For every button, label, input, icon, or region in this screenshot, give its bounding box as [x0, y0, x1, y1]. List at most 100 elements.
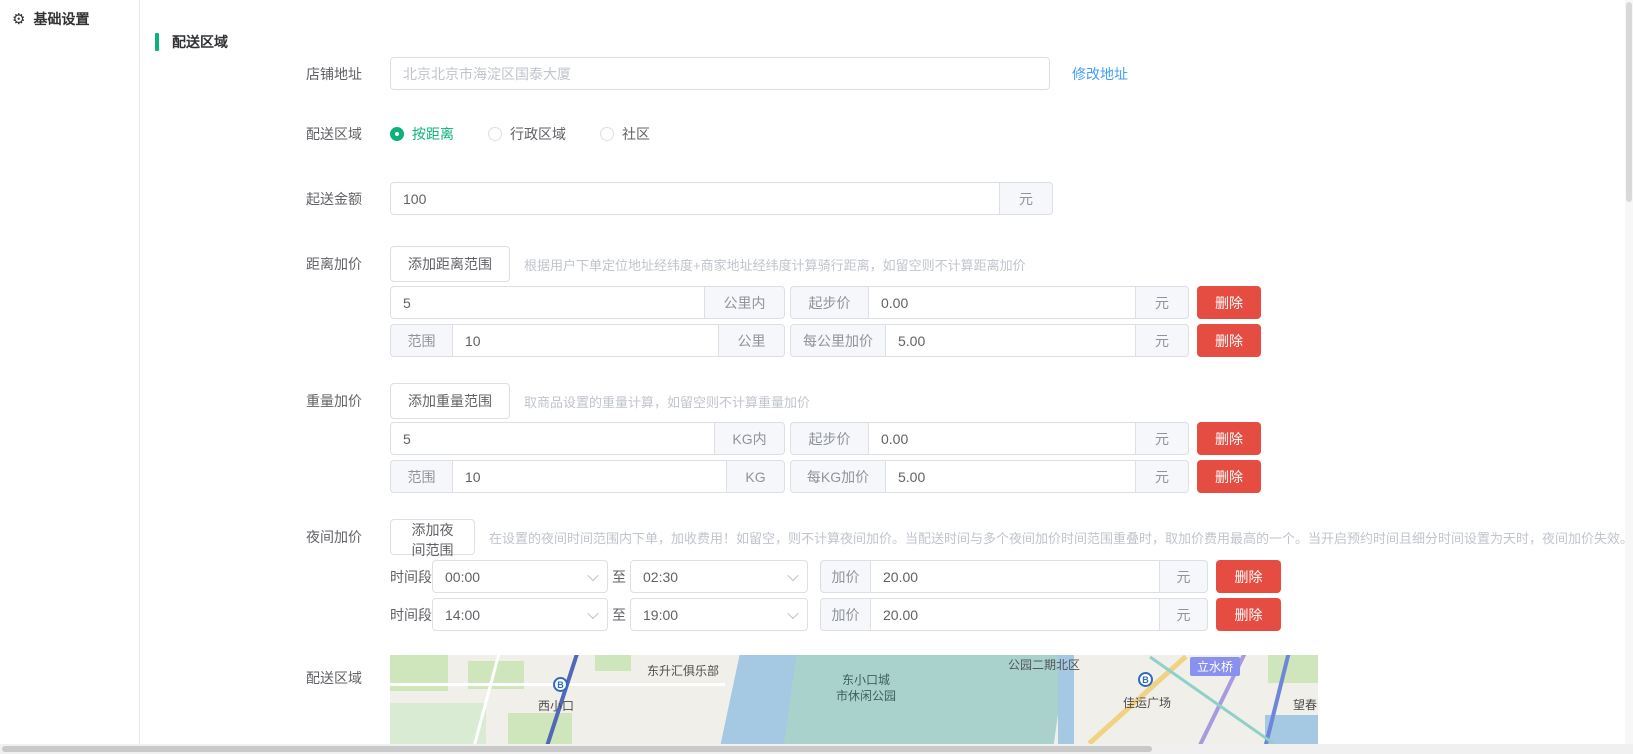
chevron-down-icon [587, 607, 598, 618]
store-address-label: 店铺地址 [240, 64, 390, 84]
per-kg-input[interactable] [885, 460, 1136, 493]
distance-add-row: 距离加价 添加距离范围 根据用户下单定位地址经纬度+商家地址经纬度计算骑行距离，… [240, 246, 1026, 282]
time-range-label: 时间段 [390, 605, 432, 625]
add-night-range-button[interactable]: 添加夜间范围 [390, 519, 475, 555]
per-km-label: 每公里加价 [790, 324, 885, 357]
weight-range-unit: KG [727, 460, 785, 493]
min-amount-input[interactable] [390, 182, 1000, 215]
distance-limit-unit: 公里内 [705, 286, 785, 319]
night-start-select[interactable]: 14:00 [432, 598, 608, 631]
per-km-unit: 元 [1136, 324, 1189, 357]
per-kg-unit: 元 [1136, 460, 1189, 493]
map-label-lishuiqiao: 立水桥 [1190, 657, 1240, 676]
map-section-label: 配送区域 [240, 655, 390, 688]
map-park-patch [508, 713, 572, 744]
sidebar-item-basic-settings[interactable]: ⚙ 基础设置 [0, 0, 139, 38]
radio-icon [600, 127, 614, 141]
distance-hint: 根据用户下单定位地址经纬度+商家地址经纬度计算骑行距离，如留空则不计算距离加价 [524, 255, 1026, 274]
surcharge-unit: 元 [1160, 598, 1208, 631]
horizontal-scrollbar-thumb[interactable] [2, 746, 1152, 752]
per-km-input[interactable] [885, 324, 1136, 357]
range-label: 范围 [390, 324, 452, 357]
to-label: 至 [608, 567, 630, 587]
base-price-input[interactable] [868, 422, 1136, 455]
vertical-scrollbar[interactable] [1625, 0, 1633, 744]
radio-icon [390, 127, 404, 141]
map-park-patch [595, 655, 631, 671]
delete-button[interactable]: 删除 [1216, 560, 1281, 593]
surcharge-unit: 元 [1160, 560, 1208, 593]
range-label: 范围 [390, 460, 452, 493]
chevron-down-icon [587, 569, 598, 580]
to-label: 至 [608, 605, 630, 625]
min-amount-unit: 元 [1000, 182, 1053, 215]
night-add-row: 夜间加价 添加夜间范围 在设置的夜间时间范围内下单，加收费用！如留空，则不计算夜… [240, 519, 1633, 555]
delete-button[interactable]: 删除 [1197, 422, 1261, 455]
gear-icon: ⚙ [12, 10, 25, 28]
delete-button[interactable]: 删除 [1197, 460, 1261, 493]
map-label-club: 东升汇俱乐部 [647, 662, 719, 679]
weight-label: 重量加价 [240, 391, 390, 411]
section-header: 配送区域 [155, 32, 228, 52]
radio-by-distance[interactable]: 按距离 [390, 124, 454, 144]
chevron-down-icon [787, 569, 798, 580]
night-hint: 在设置的夜间时间范围内下单，加收费用！如留空，则不计算夜间加价。当配送时间与多个… [489, 528, 1633, 547]
store-address-row: 店铺地址 修改地址 [240, 57, 1128, 90]
night-end-select[interactable]: 02:30 [630, 560, 808, 593]
radio-icon [488, 127, 502, 141]
subway-station-icon: B [553, 677, 568, 692]
map-park-patch [1268, 655, 1318, 683]
base-price-input[interactable] [868, 286, 1136, 319]
weight-hint: 取商品设置的重量计算，如留空则不计算重量加价 [524, 392, 810, 411]
night-range-row: 时间段 14:00 至 19:00 加价 元 删除 [240, 598, 1281, 631]
add-weight-range-button[interactable]: 添加重量范围 [390, 383, 510, 419]
distance-range-input[interactable] [452, 324, 719, 357]
night-start-select[interactable]: 00:00 [432, 560, 608, 593]
distance-range-row: 范围 公里 每公里加价 元 删除 [240, 324, 1261, 357]
min-amount-row: 起送金额 元 [240, 182, 1053, 215]
subway-station-icon: B [1138, 672, 1153, 687]
min-amount-label: 起送金额 [240, 189, 390, 209]
distance-label: 距离加价 [240, 254, 390, 274]
weight-range-row: 范围 KG 每KG加价 元 删除 [240, 460, 1261, 493]
add-distance-range-button[interactable]: 添加距离范围 [390, 246, 510, 282]
map-label-park-north: 公园二期北区 [1008, 656, 1080, 673]
base-price-unit: 元 [1136, 422, 1189, 455]
radio-admin-region[interactable]: 行政区域 [488, 124, 566, 144]
edit-address-link[interactable]: 修改地址 [1072, 64, 1128, 84]
per-kg-label: 每KG加价 [790, 460, 885, 493]
weight-add-row: 重量加价 添加重量范围 取商品设置的重量计算，如留空则不计算重量加价 [240, 383, 810, 419]
night-range-row: 时间段 00:00 至 02:30 加价 元 删除 [240, 560, 1281, 593]
map-park-patch [390, 703, 486, 744]
weight-range-row: KG内 起步价 元 删除 [240, 422, 1261, 455]
weight-limit-unit: KG内 [715, 422, 785, 455]
delete-button[interactable]: 删除 [1197, 324, 1261, 357]
horizontal-scrollbar[interactable] [0, 744, 1633, 754]
sidebar-item-label: 基础设置 [33, 9, 89, 29]
map-label-park-line1: 东小口城 [842, 671, 890, 688]
surcharge-input[interactable] [870, 560, 1160, 593]
vertical-scrollbar-thumb[interactable] [1626, 2, 1632, 202]
page: ⚙ 基础设置 配送区域 店铺地址 修改地址 配送区域 按距离 行政区域 社区 起… [0, 0, 1633, 754]
base-price-label: 起步价 [790, 286, 868, 319]
store-address-input[interactable] [390, 57, 1050, 90]
surcharge-label: 加价 [820, 598, 870, 631]
night-end-select[interactable]: 19:00 [630, 598, 808, 631]
weight-limit-input[interactable] [390, 422, 715, 455]
delete-button[interactable]: 删除 [1197, 286, 1261, 319]
surcharge-input[interactable] [870, 598, 1160, 631]
surcharge-label: 加价 [820, 560, 870, 593]
radio-community[interactable]: 社区 [600, 124, 650, 144]
time-range-label: 时间段 [390, 567, 432, 587]
weight-range-input[interactable] [452, 460, 727, 493]
map-label-xixiaokou: 西小口 [538, 697, 574, 714]
distance-range-unit: 公里 [719, 324, 785, 357]
base-price-label: 起步价 [790, 422, 868, 455]
delivery-area-map[interactable]: B 西小口 东升汇俱乐部 东小口城 市休闲公园 公园二期北区 立水桥 B 佳运广… [390, 655, 1318, 744]
map-row: 配送区域 B 西小口 东升汇俱乐部 东小口城 市休 [240, 655, 1318, 744]
map-label-wangchun: 望春园 [1293, 696, 1318, 713]
delete-button[interactable]: 删除 [1216, 598, 1281, 631]
map-label-park-line2: 市休闲公园 [836, 687, 896, 704]
night-label: 夜间加价 [240, 527, 390, 547]
distance-limit-input[interactable] [390, 286, 705, 319]
